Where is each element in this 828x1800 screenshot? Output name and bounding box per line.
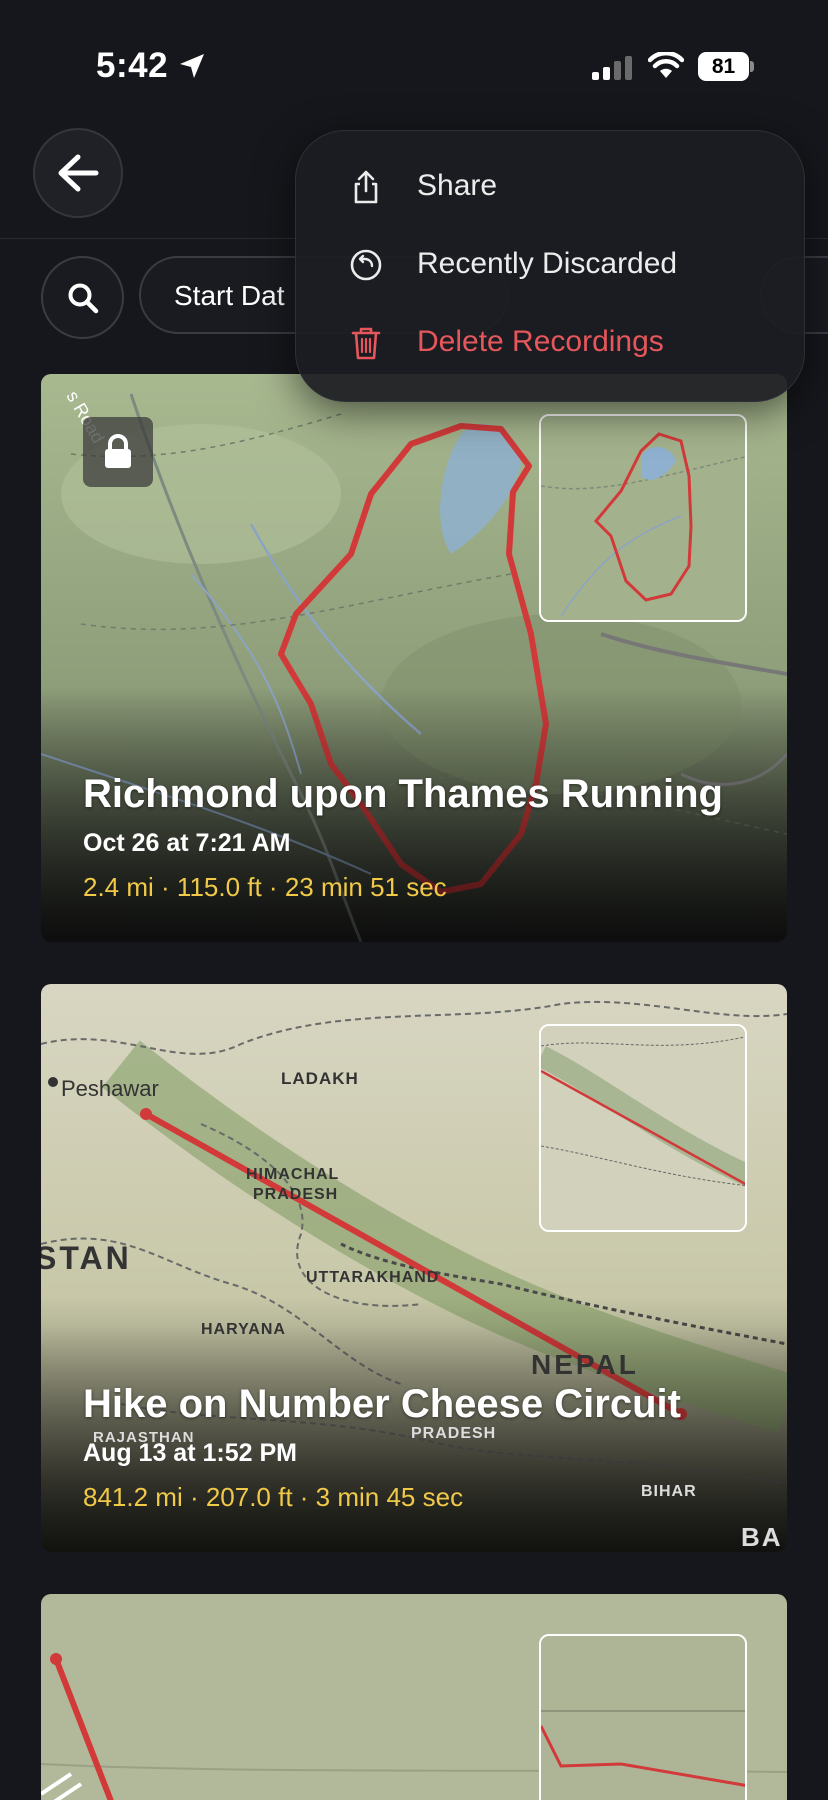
recording-title: Richmond upon Thames Running	[83, 772, 723, 816]
wifi-icon	[648, 52, 684, 78]
battery-icon: 81	[698, 52, 754, 81]
map-label: PRADESH	[411, 1425, 496, 1442]
recording-card[interactable]	[41, 1594, 787, 1800]
menu-item-label: Recently Discarded	[417, 247, 678, 280]
status-bar: 5:42 81	[0, 0, 828, 120]
route-thumbnail	[539, 414, 747, 622]
route-thumbnail	[539, 1024, 747, 1232]
menu-item-share[interactable]: Share	[296, 151, 806, 221]
map-label: BIHAR	[641, 1483, 697, 1500]
recording-stats: 841.2 mi · 207.0 ft · 3 min 45 sec	[83, 1482, 464, 1512]
location-arrow-icon	[180, 54, 204, 78]
recording-date: Aug 13 at 1:52 PM	[83, 1439, 297, 1467]
recording-card[interactable]: Peshawar LADAKH HIMACHAL PRADESH STAN UT…	[41, 984, 787, 1552]
search-icon	[68, 283, 98, 313]
map-label: Peshawar	[61, 1076, 159, 1101]
search-button[interactable]	[41, 256, 124, 339]
recording-date: Oct 26 at 7:21 AM	[83, 829, 291, 857]
start-date-filter-label: Start Dat	[174, 280, 285, 311]
recording-stats: 2.4 mi · 115.0 ft · 23 min 51 sec	[83, 872, 447, 902]
menu-item-recently-discarded[interactable]: Recently Discarded	[296, 229, 806, 299]
status-time: 5:42	[96, 46, 169, 85]
route-thumbnail	[539, 1634, 747, 1800]
map-label: LADAKH	[281, 1069, 359, 1088]
menu-item-delete-recordings[interactable]: Delete Recordings	[296, 307, 806, 377]
share-icon	[354, 170, 378, 204]
recording-title: Hike on Number Cheese Circuit	[83, 1382, 681, 1426]
trash-icon	[351, 327, 381, 360]
recently-discarded-icon	[350, 249, 382, 281]
map-label: BA	[741, 1522, 783, 1552]
map-label: STAN	[41, 1240, 132, 1276]
options-menu: Share Recently Discarded Delete Recordin…	[295, 130, 805, 402]
map-label: NEPAL	[531, 1349, 639, 1380]
menu-item-label: Share	[417, 169, 498, 202]
menu-item-label: Delete Recordings	[417, 325, 664, 358]
cellular-signal-icon	[592, 56, 632, 80]
battery-level: 81	[698, 52, 749, 81]
map-label: HARYANA	[201, 1321, 286, 1338]
lock-icon	[83, 417, 153, 487]
arrow-left-icon	[58, 154, 99, 192]
recording-card[interactable]: s Road Richmond upon Thames Running Oct …	[41, 374, 787, 942]
map-label: HIMACHAL	[246, 1166, 339, 1183]
map-label: UTTARAKHAND	[306, 1269, 439, 1286]
back-button[interactable]	[33, 128, 123, 218]
map-label: PRADESH	[253, 1186, 338, 1203]
